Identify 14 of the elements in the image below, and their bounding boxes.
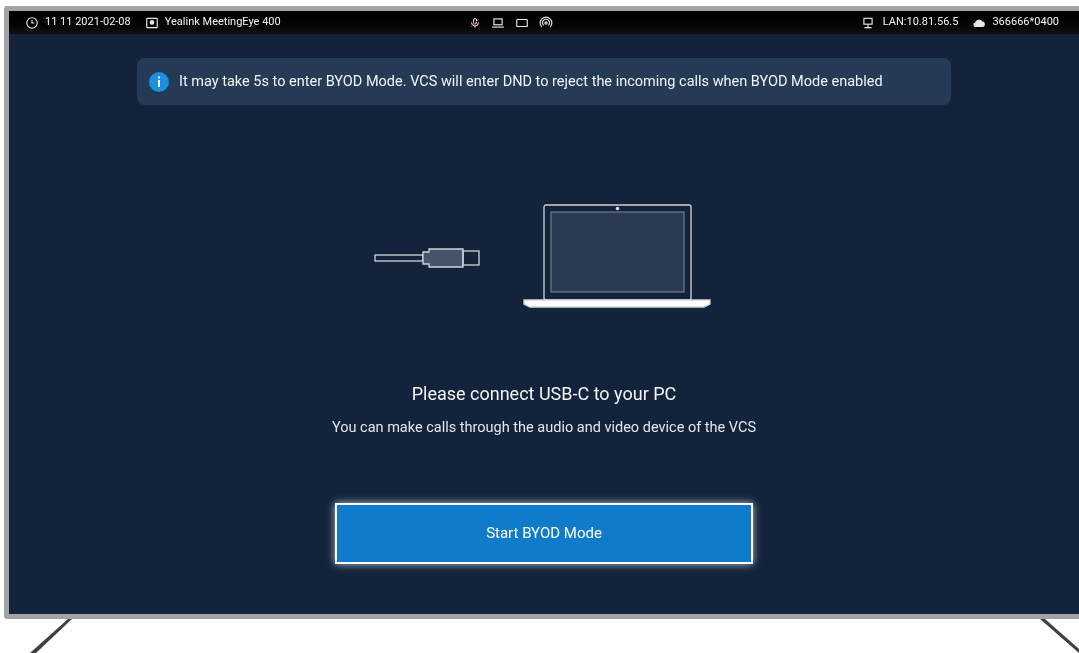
notice-text: It may take 5s to enter BYOD Mode. VCS will enter DND to reject the incoming calls when BYOD Mode enabled [179, 71, 883, 92]
connect-title: Please connect USB-C to your PC [411, 382, 677, 406]
info-icon [149, 71, 169, 92]
network-address: LAN:10.81.56.5 [882, 14, 959, 31]
date-time: 11 11 2021-02-08 [45, 14, 131, 31]
camera-device-icon [144, 15, 159, 30]
wireless-icon [538, 15, 553, 30]
laptop-icon [490, 15, 505, 30]
start-byod-button[interactable]: Start BYOD Mode [335, 502, 753, 564]
device-name: Yealink MeetingEye 400 [164, 14, 281, 31]
clock-icon [25, 15, 39, 30]
network-icon [860, 15, 875, 30]
account-number: 366666*0400 [992, 14, 1059, 31]
connect-subtitle: You can make calls through the audio and video device of the VCS [331, 418, 757, 438]
